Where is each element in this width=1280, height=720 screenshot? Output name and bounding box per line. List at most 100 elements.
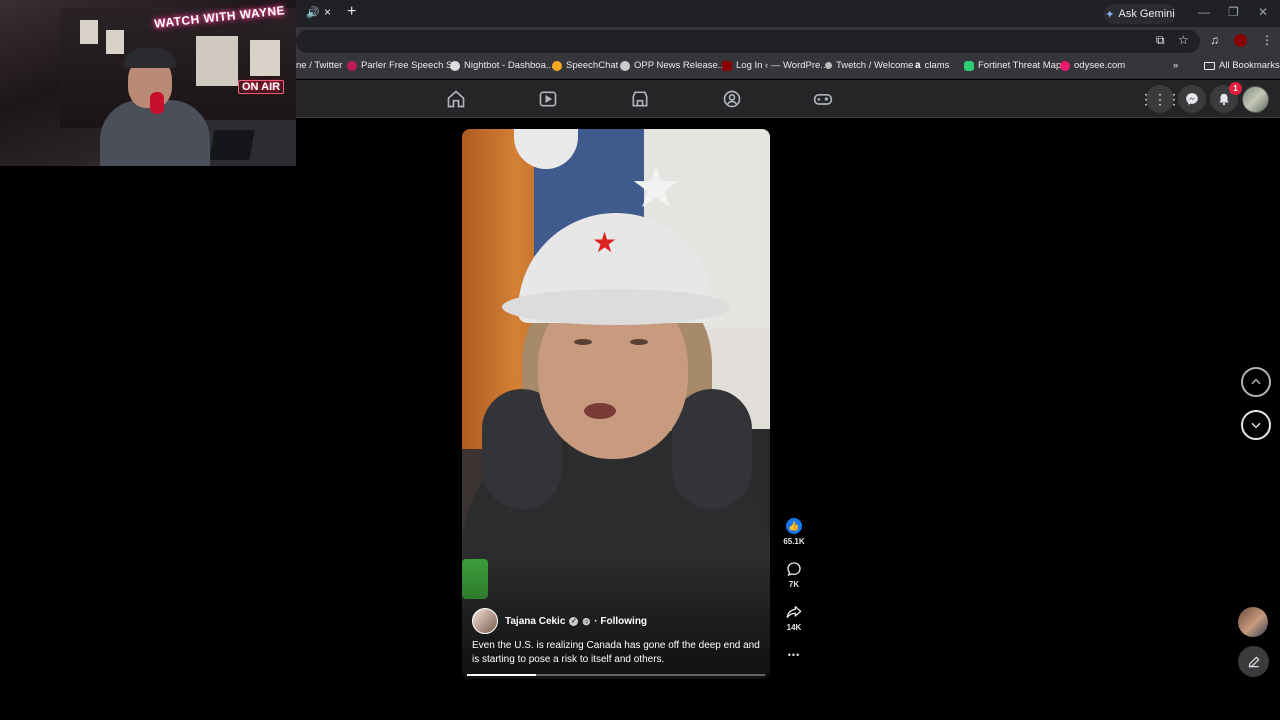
tab-audio-icon[interactable]: 🔊 <box>306 6 320 19</box>
bookmark-label: clams <box>924 60 950 71</box>
bookmark-label: Parler Free Speech S... <box>361 60 461 71</box>
bookmark-label: Nightbot - Dashboa... <box>464 60 554 71</box>
screen: 🔊 × + ✦ Ask Gemini — ❐ ✕ ⧉ ☆ ♫ ⋮ ne / Tw… <box>0 0 1280 720</box>
fortinet-icon <box>964 60 974 71</box>
odysee-icon <box>1060 60 1070 71</box>
address-bar[interactable] <box>296 30 1200 53</box>
like-button[interactable]: 👍 65.1K <box>780 518 808 546</box>
verified-icon: ✓ <box>569 616 579 626</box>
reel-hood <box>672 389 752 509</box>
bookmark-label: Log In ‹ — WordPre... <box>736 60 829 71</box>
bookmark-nightbot[interactable]: Nightbot - Dashboa... <box>450 60 554 71</box>
bookmark-label: odysee.com <box>1074 60 1126 71</box>
new-tab-button[interactable]: + <box>347 3 356 21</box>
bookmarks-overflow-button[interactable]: » <box>1173 60 1178 71</box>
reel-progress-fill <box>467 674 536 676</box>
twetch-icon <box>825 62 832 69</box>
all-bookmarks-label: All Bookmarks <box>1219 60 1280 71</box>
ask-gemini-button[interactable]: ✦ Ask Gemini <box>1104 4 1176 24</box>
bookmark-clams[interactable]: a clams <box>915 60 949 71</box>
bookmark-fortinet[interactable]: Fortinet Threat Map <box>964 60 1061 71</box>
amazon-icon: a <box>915 60 921 71</box>
share-icon <box>786 606 802 618</box>
previous-reel-button[interactable] <box>1241 367 1271 397</box>
share-button[interactable]: 14K <box>780 604 808 632</box>
messenger-icon <box>1186 93 1198 105</box>
globe-icon: ◍ <box>582 615 591 626</box>
bookmark-speechchat[interactable]: SpeechChat <box>552 60 618 71</box>
bookmark-parler[interactable]: Parler Free Speech S... <box>347 60 460 71</box>
cap-logo-icon: ★ <box>592 227 618 258</box>
share-count: 14K <box>786 623 802 632</box>
wall-poster <box>80 20 98 44</box>
more-icon: ••• <box>787 650 801 660</box>
video-icon[interactable] <box>538 89 558 109</box>
gaming-icon[interactable] <box>813 89 833 109</box>
streamer-cap <box>124 48 176 68</box>
comment-count: 7K <box>788 580 800 589</box>
tab-close-button[interactable]: × <box>324 5 331 19</box>
bookmark-label: ne / Twitter <box>296 60 343 71</box>
microphone <box>150 92 164 114</box>
like-count: 65.1K <box>783 537 805 546</box>
wall-poster <box>196 36 238 86</box>
comment-button[interactable]: 7K <box>780 561 808 589</box>
compose-icon <box>1248 656 1259 667</box>
reel-eye <box>574 339 592 345</box>
minimize-button[interactable]: — <box>1198 5 1210 19</box>
bookmark-star-icon[interactable]: ☆ <box>1178 33 1189 47</box>
home-icon[interactable] <box>446 89 466 109</box>
groups-icon[interactable] <box>722 89 742 109</box>
wall-poster <box>250 40 280 76</box>
reel-video[interactable]: ★ ★ <box>462 129 770 679</box>
bookmark-odysee[interactable]: odysee.com <box>1060 60 1125 71</box>
menu-grid-button[interactable]: ⋮⋮⋮ <box>1139 85 1181 113</box>
ask-gemini-label: Ask Gemini <box>1118 8 1175 20</box>
bookmark-label: SpeechChat <box>566 60 619 71</box>
bookmark-label: OPP News Release... <box>634 60 726 71</box>
following-button[interactable]: · Following <box>594 616 647 627</box>
wordpress-icon <box>722 60 732 71</box>
author-name[interactable]: Tajana Cekic <box>505 616 565 627</box>
speechchat-icon <box>552 60 562 71</box>
notification-badge: 1 <box>1229 82 1242 95</box>
reel-mouth <box>584 403 616 419</box>
chevron-down-icon <box>1251 422 1261 429</box>
bookmark-label: Fortinet Threat Map <box>978 60 1062 71</box>
marketplace-icon[interactable] <box>630 89 650 109</box>
close-window-button[interactable]: ✕ <box>1258 5 1268 19</box>
bookmark-label: Twetch / Welcome <box>836 60 914 71</box>
bookmark-twetch[interactable]: Twetch / Welcome <box>825 60 913 71</box>
reel-caption: Even the U.S. is realizing Canada has go… <box>472 640 760 665</box>
messenger-button[interactable] <box>1178 85 1206 113</box>
new-message-button[interactable] <box>1238 646 1269 677</box>
chevron-up-icon <box>1251 378 1261 385</box>
contact-avatar[interactable] <box>1238 607 1268 637</box>
browser-menu-icon[interactable]: ⋮ <box>1261 33 1273 47</box>
maximize-button[interactable]: ❐ <box>1228 5 1239 19</box>
install-app-icon[interactable]: ⧉ <box>1156 33 1165 48</box>
webcam-overlay: WATCH WITH WAYNE ON AIR <box>0 0 296 166</box>
parler-icon <box>347 60 357 71</box>
reel-author: Tajana Cekic ✓ ◍ · Following <box>472 607 647 635</box>
bookmark-opp-news[interactable]: OPP News Release... <box>620 60 726 71</box>
keyboard <box>209 130 255 160</box>
more-options-button[interactable]: ••• <box>780 650 808 660</box>
reel-cap-brim <box>502 289 730 325</box>
folder-icon <box>1204 61 1215 70</box>
extension-icon[interactable] <box>1234 34 1247 47</box>
reel-progress-bar[interactable] <box>467 674 765 676</box>
all-bookmarks-button[interactable]: All Bookmarks <box>1204 60 1280 71</box>
bookmark-twitter[interactable]: ne / Twitter <box>296 60 342 71</box>
bookmark-wordpress[interactable]: Log In ‹ — WordPre... <box>722 60 828 71</box>
profile-avatar[interactable] <box>1242 86 1269 113</box>
media-controls-icon[interactable]: ♫ <box>1210 33 1219 47</box>
next-reel-button[interactable] <box>1241 410 1271 440</box>
grid-icon: ⋮⋮⋮ <box>1139 90 1181 107</box>
author-avatar[interactable] <box>472 608 498 634</box>
flag-star-icon: ★ <box>630 155 682 220</box>
globe-icon <box>620 60 630 71</box>
gemini-icon: ✦ <box>1105 8 1115 21</box>
nightbot-icon <box>450 60 460 71</box>
reel-eye <box>630 339 648 345</box>
